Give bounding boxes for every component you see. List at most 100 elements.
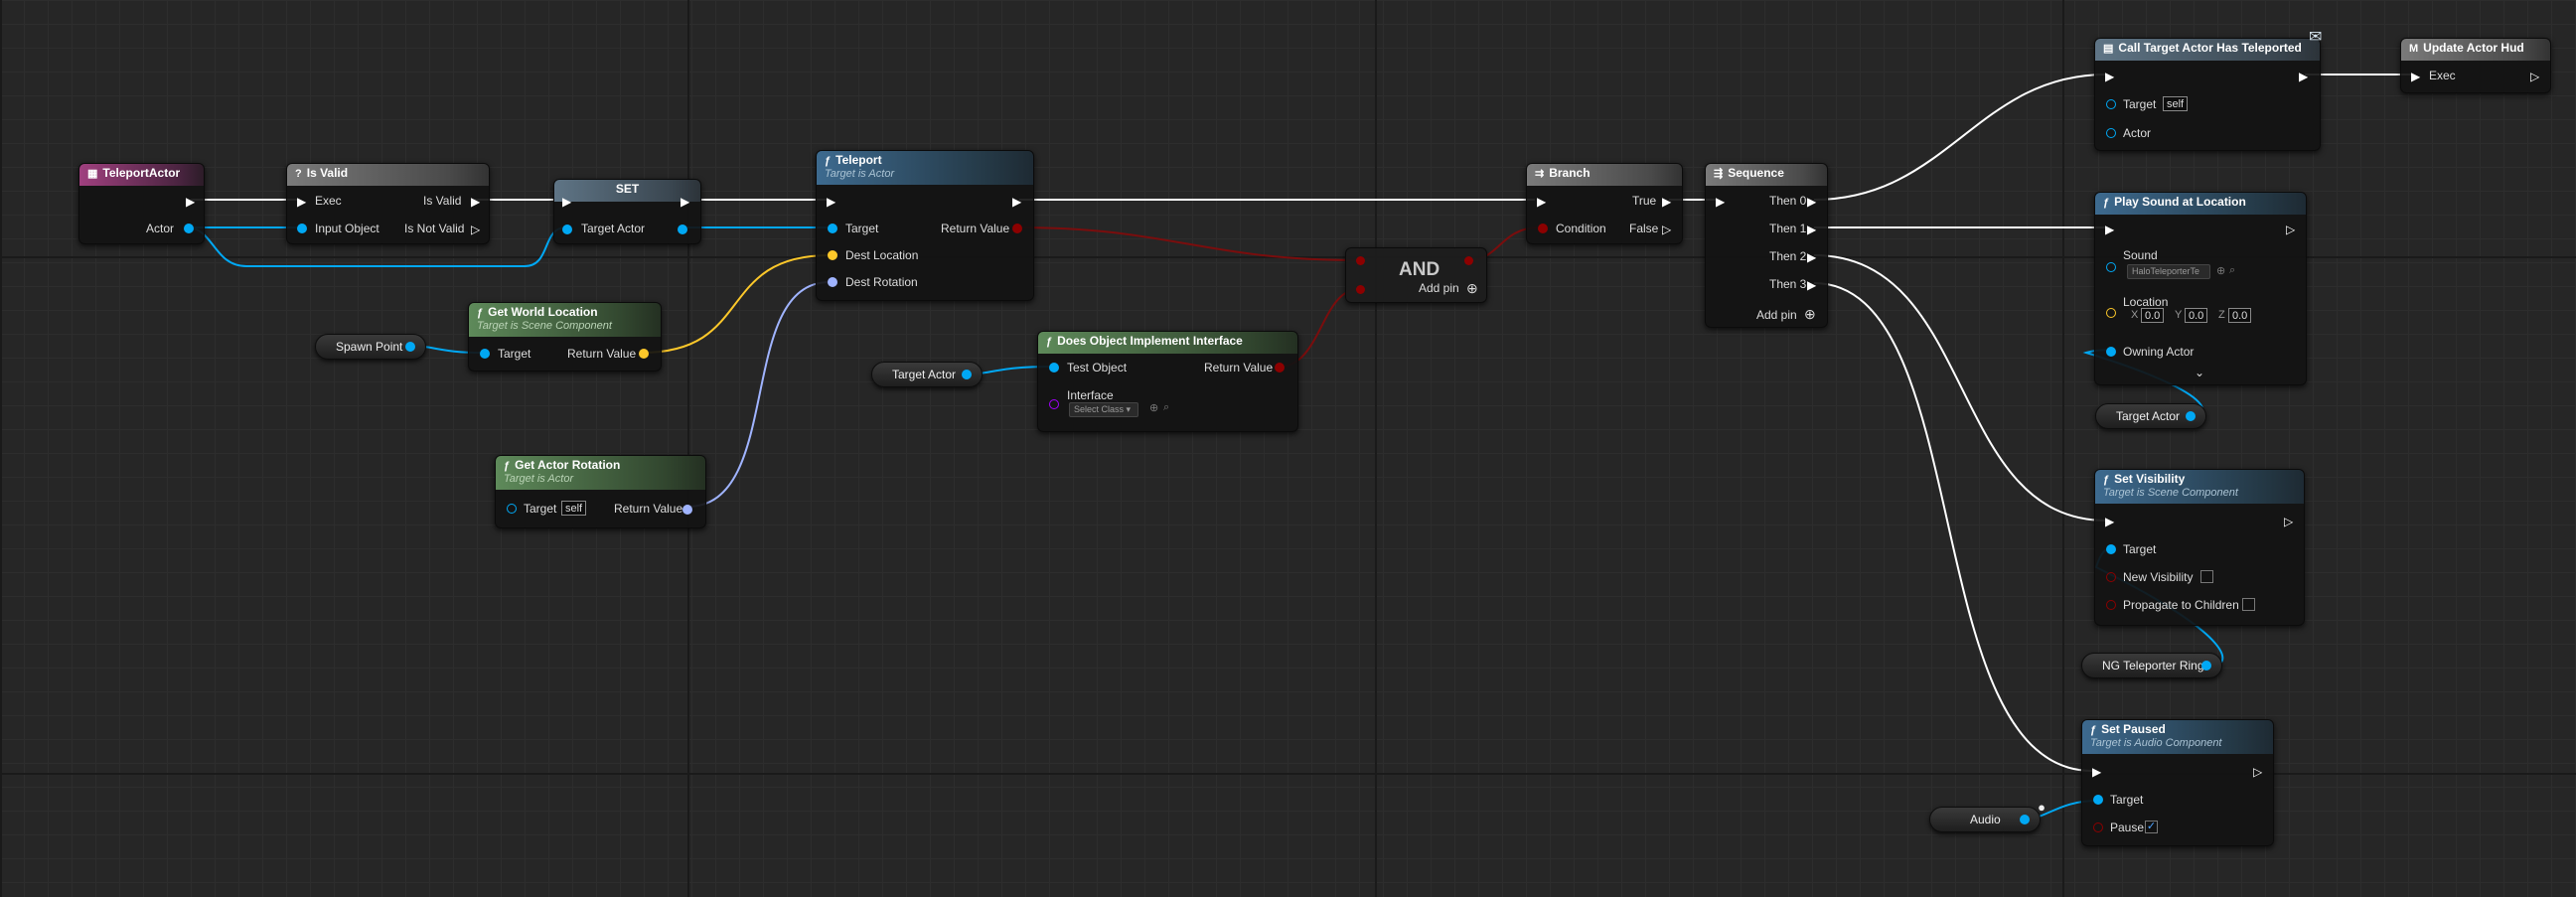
dest-rotation-pin[interactable] [828, 277, 837, 287]
set-node[interactable]: SET ▶ ▶ Target Actor [553, 179, 701, 244]
target-actor-variable[interactable]: Target Actor [871, 362, 983, 387]
update-actor-hud-node[interactable]: M Update Actor Hud ▶ Exec ▷ [2400, 38, 2551, 93]
location-x-field[interactable]: 0.0 [2141, 308, 2165, 323]
then2-exec-pin[interactable]: ▶ [1807, 250, 1816, 264]
add-pin-label[interactable]: Add pin [1419, 281, 1459, 295]
actor-pin[interactable] [2106, 128, 2116, 138]
exec-in-pin[interactable]: ▶ [2105, 223, 2114, 236]
is-not-valid-exec-pin[interactable]: ▷ [471, 223, 480, 236]
target-pin[interactable] [507, 504, 517, 514]
dest-location-pin[interactable] [828, 250, 837, 260]
location-pin[interactable] [2106, 308, 2116, 318]
new-visibility-checkbox[interactable] [2200, 570, 2213, 583]
return-value-pin[interactable] [682, 505, 692, 515]
target-actor-variable[interactable]: Target Actor [2095, 403, 2206, 429]
exec-in-pin[interactable]: ▶ [297, 195, 306, 209]
exec-in-pin[interactable]: ▶ [827, 195, 835, 209]
target-pin[interactable] [2106, 544, 2116, 554]
then3-exec-pin[interactable]: ▶ [1807, 278, 1816, 292]
return-value-pin[interactable] [1275, 363, 1285, 373]
input-object-pin[interactable] [297, 224, 307, 233]
target-self-field[interactable]: self [2163, 96, 2189, 111]
target-pin[interactable] [480, 349, 490, 359]
variable-out-pin[interactable] [2186, 411, 2196, 421]
exec-in-pin[interactable]: ▶ [2105, 515, 2114, 528]
target-pin[interactable] [2093, 795, 2103, 805]
target-actor-out-pin[interactable] [678, 224, 687, 234]
exec-in-pin[interactable]: ▶ [2411, 70, 2420, 83]
does-implement-interface-node[interactable]: ƒ Does Object Implement Interface Test Ob… [1037, 331, 1298, 432]
exec-in-pin[interactable]: ▶ [2105, 70, 2114, 83]
search-icon[interactable]: ⌕ [1163, 401, 1169, 414]
set-paused-node[interactable]: ƒ Set Paused Target is Audio Component ▶ ▷… [2081, 719, 2274, 846]
variable-out-pin[interactable] [962, 370, 972, 379]
add-pin-icon[interactable]: ⊕ [1466, 280, 1478, 297]
ng-teleporter-rings-variable[interactable]: NG Teleporter Rings [2081, 653, 2222, 678]
exec-in-pin[interactable]: ▶ [1716, 195, 1725, 209]
get-world-location-node[interactable]: ƒ Get World Location Target is Scene Compo… [468, 302, 662, 372]
condition-pin[interactable] [1538, 224, 1548, 233]
teleport-actor-node[interactable]: ▦ TeleportActor ▶ Actor [78, 163, 205, 244]
add-pin-icon[interactable]: ⊕ [1804, 306, 1816, 323]
exec-out-pin[interactable]: ▷ [2530, 70, 2539, 83]
false-exec-pin[interactable]: ▷ [1662, 223, 1671, 236]
variable-out-pin[interactable] [2201, 661, 2211, 671]
and-input-a-pin[interactable] [1356, 256, 1365, 265]
location-y-field[interactable]: 0.0 [2185, 308, 2208, 323]
spawn-point-variable[interactable]: Spawn Point [315, 334, 426, 360]
new-visibility-pin[interactable] [2106, 572, 2116, 582]
sound-pin[interactable] [2106, 262, 2116, 272]
add-icon[interactable]: ⊕ [1149, 401, 1158, 414]
sound-asset-dropdown[interactable]: HaloTeleporterTe [2127, 264, 2210, 279]
set-visibility-node[interactable]: ƒ Set Visibility Target is Scene Component… [2094, 469, 2305, 626]
return-value-pin[interactable] [1012, 224, 1022, 233]
target-pin[interactable] [828, 224, 837, 233]
node-header: ƒ Get World Location Target is Scene Compo… [469, 303, 661, 337]
variable-out-pin[interactable] [405, 342, 415, 352]
and-node[interactable]: AND Add pin ⊕ [1345, 247, 1487, 303]
add-icon[interactable]: ⊕ [2216, 264, 2225, 277]
return-value-pin[interactable] [639, 349, 649, 359]
expand-icon[interactable]: ⌄ [2195, 366, 2204, 379]
propagate-checkbox[interactable] [2242, 598, 2255, 611]
true-exec-pin[interactable]: ▶ [1662, 195, 1671, 209]
exec-out-pin[interactable]: ▷ [2253, 765, 2262, 779]
branch-node[interactable]: ⇉ Branch ▶ True ▶ Condition False ▷ [1526, 163, 1683, 244]
target-self-field[interactable]: self [561, 501, 587, 516]
variable-out-pin[interactable] [2020, 815, 2030, 824]
exec-in-pin[interactable]: ▶ [1537, 195, 1546, 209]
add-pin-label[interactable]: Add pin [1756, 308, 1797, 322]
pause-checkbox[interactable]: ✓ [2145, 821, 2158, 833]
target-actor-pin[interactable] [562, 224, 572, 234]
exec-out-pin[interactable]: ▶ [186, 195, 195, 209]
sequence-node[interactable]: ⇶ Sequence ▶ Then 0 ▶ Then 1 ▶ Then 2 ▶ T… [1705, 163, 1828, 328]
and-input-b-pin[interactable] [1356, 285, 1365, 294]
get-actor-rotation-node[interactable]: ƒ Get Actor Rotation Target is Actor Targe… [495, 455, 706, 528]
test-object-pin[interactable] [1049, 363, 1059, 373]
exec-out-pin[interactable]: ▶ [681, 195, 689, 209]
interface-pin[interactable] [1049, 399, 1059, 409]
exec-out-pin[interactable]: ▷ [2286, 223, 2295, 236]
owning-actor-pin[interactable] [2106, 347, 2116, 357]
exec-out-pin[interactable]: ▷ [2284, 515, 2293, 528]
exec-in-pin[interactable]: ▶ [562, 195, 571, 209]
exec-in-pin[interactable]: ▶ [2092, 765, 2101, 779]
propagate-pin[interactable] [2106, 600, 2116, 610]
teleport-node[interactable]: ƒ Teleport Target is Actor ▶ ▶ Target Retu… [816, 150, 1034, 301]
and-output-pin[interactable] [1464, 256, 1473, 265]
is-valid-node[interactable]: ? Is Valid ▶ Exec Is Valid ▶ Input Object… [286, 163, 490, 244]
location-z-field[interactable]: 0.0 [2228, 308, 2252, 323]
call-target-actor-node[interactable]: ▤ Call Target Actor Has Teleported ✉ ▶ ▶ … [2094, 29, 2322, 151]
select-class-dropdown[interactable]: Select Class ▾ [1069, 402, 1138, 417]
is-valid-exec-pin[interactable]: ▶ [471, 195, 480, 209]
actor-pin[interactable] [184, 224, 194, 233]
search-icon[interactable]: ⌕ [2229, 264, 2235, 277]
then0-exec-pin[interactable]: ▶ [1807, 195, 1816, 209]
play-sound-node[interactable]: ƒ Play Sound at Location ▶ ▷ Sound HaloTe… [2094, 192, 2307, 385]
exec-out-pin[interactable]: ▶ [1012, 195, 1021, 209]
exec-out-pin[interactable]: ▶ [2299, 70, 2308, 83]
audio-variable[interactable]: Audio ● [1929, 800, 2046, 832]
target-pin[interactable] [2106, 99, 2116, 109]
pause-pin[interactable] [2093, 822, 2103, 832]
then1-exec-pin[interactable]: ▶ [1807, 223, 1816, 236]
